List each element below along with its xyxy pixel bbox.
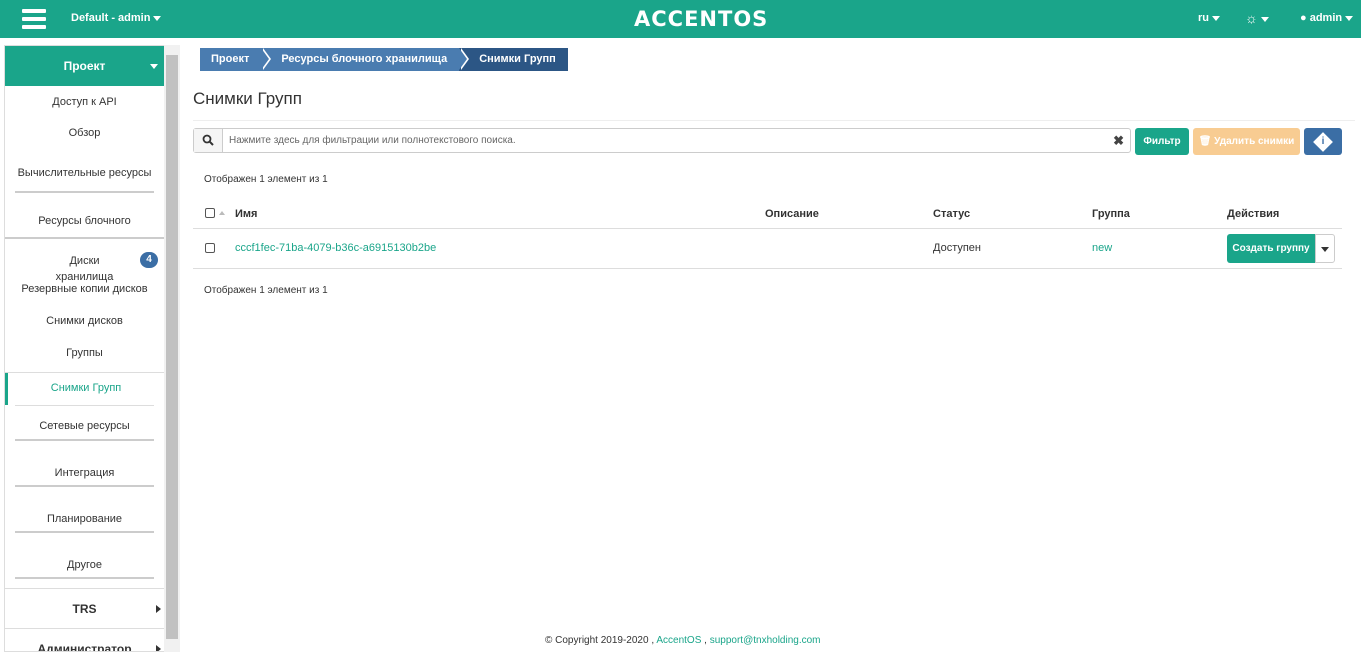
footer-accentos-link[interactable]: AccentOS xyxy=(656,635,701,646)
search-icon xyxy=(194,129,223,152)
column-header-actions: Действия xyxy=(1227,208,1280,220)
sidebar-item-overview[interactable]: Обзор xyxy=(5,118,164,148)
breadcrumb-item-block-storage[interactable]: Ресурсы блочного хранилища xyxy=(261,48,470,71)
sidebar-item-planning[interactable]: Планирование xyxy=(15,487,154,533)
project-selector-label: Default - admin xyxy=(71,12,151,24)
sidebar-item-label: Диски xyxy=(69,255,100,267)
column-header-description: Описание xyxy=(765,208,819,220)
sidebar-item-label: Планирование xyxy=(46,513,123,525)
items-count-top: Отображен 1 элемент из 1 xyxy=(204,174,328,185)
snapshot-name-link[interactable]: cccf1fec-71ba-4079-b36c-a6915130b2be xyxy=(235,242,436,254)
snapshot-group-link[interactable]: new xyxy=(1092,242,1112,254)
sidebar-project-label: Проект xyxy=(63,59,106,73)
delete-snapshots-button[interactable]: 🗑 Удалить снимки xyxy=(1193,128,1300,155)
row-actions-dropdown[interactable] xyxy=(1315,234,1335,263)
column-header-name[interactable]: Имя xyxy=(235,208,257,220)
footer-support-link[interactable]: support@tnxholding.com xyxy=(710,635,821,646)
info-icon: i xyxy=(1313,132,1333,152)
sidebar-item-label: Снимки Групп xyxy=(50,382,122,394)
sidebar-item-label: Другое xyxy=(67,559,102,571)
breadcrumb-item-current: Снимки Групп xyxy=(459,48,568,71)
sidebar-item-label: Сетевые ресурсы xyxy=(39,420,130,432)
menu-toggle-icon[interactable] xyxy=(22,9,46,29)
brand-logo: ACCENTOS xyxy=(634,7,769,31)
chevron-down-icon xyxy=(1260,16,1269,22)
page-title: Снимки Групп xyxy=(193,89,302,108)
sidebar-item-volume-snapshots[interactable]: Снимки дисков xyxy=(5,309,164,341)
sidebar-scrollbar[interactable] xyxy=(164,45,180,652)
table-header: Имя Описание Статус Группа Действия xyxy=(193,199,1342,229)
language-label: ru xyxy=(1198,12,1209,24)
user-menu[interactable]: ● admin xyxy=(1300,12,1354,24)
trash-icon: 🗑 xyxy=(1198,136,1212,147)
filter-button[interactable]: Фильтр xyxy=(1135,128,1189,155)
sort-icon[interactable] xyxy=(219,211,225,215)
breadcrumb: Проект Ресурсы блочного хранилища Снимки… xyxy=(200,48,568,71)
sidebar-item-label: Вычислительные ресурсы xyxy=(17,167,152,179)
sidebar-item-volume-backups[interactable]: Резервные копии дисков xyxy=(5,277,164,309)
sidebar-project-header[interactable]: Проект xyxy=(5,46,164,86)
user-icon: ● xyxy=(1300,12,1307,24)
sidebar: Проект Доступ к API Обзор Вычислительные… xyxy=(4,45,164,652)
sidebar-item-label: Снимки дисков xyxy=(46,315,123,327)
footer-copyright: © Copyright 2019-2020 , xyxy=(545,635,655,646)
info-button[interactable]: i xyxy=(1304,128,1342,155)
chevron-down-icon xyxy=(153,15,162,21)
language-selector[interactable]: ru xyxy=(1198,12,1220,24)
row-checkbox[interactable] xyxy=(205,243,215,253)
chevron-down-icon xyxy=(1345,15,1354,21)
sidebar-item-label: Интеграция xyxy=(54,467,115,479)
clear-icon[interactable]: ✖ xyxy=(1113,133,1124,149)
search-bar: ✖ xyxy=(193,128,1131,153)
top-navbar: Default - admin ACCENTOS ru ☼ ● admin xyxy=(0,0,1361,38)
chevron-down-icon xyxy=(1321,247,1329,252)
column-header-group: Группа xyxy=(1092,208,1130,220)
footer-separator: , xyxy=(704,635,707,646)
chevron-right-icon xyxy=(156,604,161,613)
theme-selector[interactable]: ☼ xyxy=(1245,10,1269,26)
project-selector[interactable]: Default - admin xyxy=(71,12,162,24)
column-header-status: Статус xyxy=(933,208,971,220)
create-group-button[interactable]: Создать группу xyxy=(1227,234,1315,263)
sun-icon: ☼ xyxy=(1245,10,1258,26)
sidebar-item-label: Группы xyxy=(66,347,103,359)
chevron-right-icon xyxy=(156,644,161,651)
search-input[interactable] xyxy=(229,133,1109,148)
chevron-down-icon xyxy=(1212,15,1220,21)
sidebar-item-label: Администратор xyxy=(37,642,132,652)
sidebar-item-other[interactable]: Другое xyxy=(15,533,154,579)
sidebar-item-label: Доступ к API xyxy=(52,96,117,108)
user-label: admin xyxy=(1309,12,1343,24)
snapshot-status: Доступен xyxy=(933,242,982,254)
footer: © Copyright 2019-2020 , AccentOS , suppo… xyxy=(545,635,821,646)
sidebar-item-network[interactable]: Сетевые ресурсы xyxy=(15,405,154,441)
breadcrumb-item-project[interactable]: Проект xyxy=(200,48,272,71)
sidebar-item-label: Резервные копии дисков xyxy=(21,283,148,295)
sidebar-item-api-access[interactable]: Доступ к API xyxy=(5,86,164,118)
sidebar-item-label: Обзор xyxy=(68,127,101,139)
sidebar-item-block-storage[interactable]: Ресурсы блочного хранилища xyxy=(5,193,164,283)
select-all-checkbox[interactable] xyxy=(205,208,215,218)
sidebar-item-volumes[interactable]: Диски 4 xyxy=(5,239,164,277)
table-row: cccf1fec-71ba-4079-b36c-a6915130b2be Дос… xyxy=(193,229,1342,269)
sidebar-item-integration[interactable]: Интеграция xyxy=(15,441,154,487)
volumes-count-badge: 4 xyxy=(140,252,158,268)
sidebar-item-admin[interactable]: Администратор xyxy=(5,628,164,652)
chevron-down-icon xyxy=(150,64,158,69)
sidebar-item-trs[interactable]: TRS xyxy=(5,588,164,628)
delete-snapshots-label: Удалить снимки xyxy=(1214,136,1295,147)
sidebar-item-group-snapshots[interactable]: Снимки Групп xyxy=(5,373,164,405)
scrollbar-thumb[interactable] xyxy=(166,55,178,639)
sidebar-item-groups[interactable]: Группы xyxy=(5,341,164,373)
sidebar-item-compute[interactable]: Вычислительные ресурсы xyxy=(15,148,154,193)
items-count-bottom: Отображен 1 элемент из 1 xyxy=(204,285,328,296)
title-divider xyxy=(193,120,1355,121)
sidebar-item-label: TRS xyxy=(72,602,97,616)
